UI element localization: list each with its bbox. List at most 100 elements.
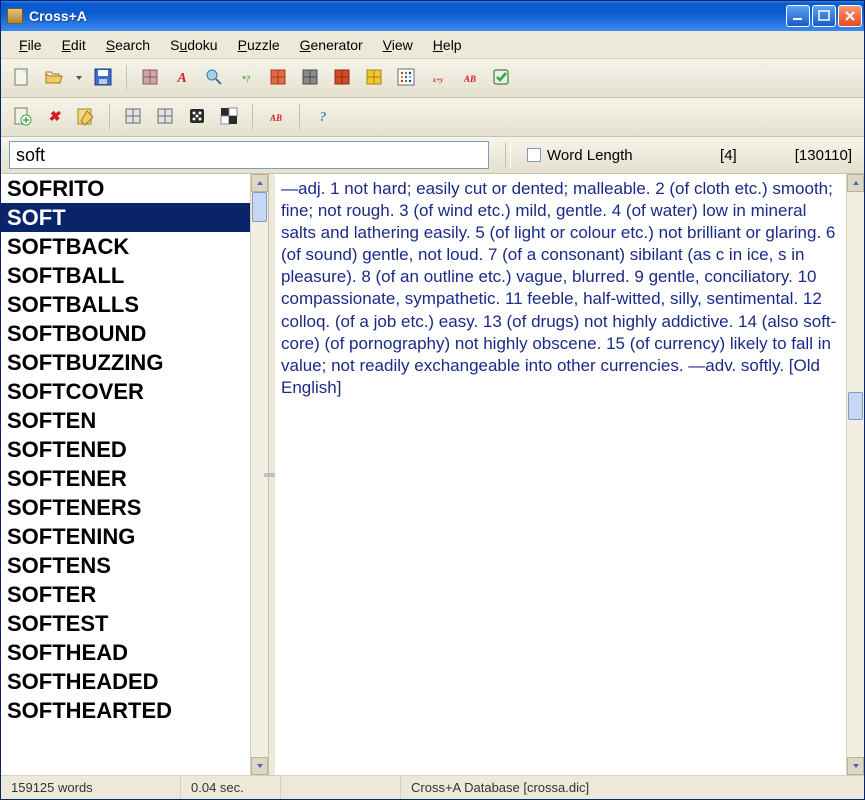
edit-icon	[75, 105, 97, 130]
toolbar-separator	[252, 104, 253, 130]
list-item[interactable]: SOFTCOVER	[1, 377, 250, 406]
new-icon	[11, 66, 33, 91]
maximize-button[interactable]	[812, 5, 836, 27]
chevron-down-icon	[256, 762, 264, 770]
toolbar-separator	[109, 104, 110, 130]
list-item[interactable]: SOFTENERS	[1, 493, 250, 522]
menu-sudoku[interactable]: Sudoku	[160, 35, 228, 55]
menu-edit[interactable]: Edit	[52, 35, 96, 55]
scroll-track[interactable]	[847, 192, 864, 757]
check-button[interactable]	[487, 63, 517, 93]
menubar: FileEditSearchSudokuPuzzleGeneratorViewH…	[1, 31, 864, 59]
menu-search[interactable]: Search	[96, 35, 160, 55]
list-item[interactable]: SOFTHEADED	[1, 667, 250, 696]
edit-button[interactable]	[71, 102, 101, 132]
app-window: Cross+A FileEditSearchSudokuPuzzleGenera…	[0, 0, 865, 800]
status-time: 0.04 sec.	[181, 776, 281, 799]
definition-scrollbar[interactable]	[846, 174, 864, 775]
status-spacer	[281, 776, 401, 799]
mode1-button[interactable]	[118, 102, 148, 132]
svg-text:?: ?	[320, 110, 327, 125]
list-item[interactable]: SOFTENS	[1, 551, 250, 580]
grid-icon	[139, 66, 161, 91]
word-list[interactable]: SOFRITOSOFTSOFTBACKSOFTBALLSOFTBALLSSOFT…	[1, 174, 250, 775]
svg-text:AB: AB	[269, 113, 282, 123]
save-button[interactable]	[88, 63, 118, 93]
chevron-down-icon	[852, 762, 860, 770]
magnifier-icon	[203, 66, 225, 91]
scroll-track[interactable]	[251, 192, 268, 757]
content-area: SOFRITOSOFTSOFTBACKSOFTBALLSOFTBALLSSOFT…	[1, 174, 864, 775]
add-page-button[interactable]	[7, 102, 37, 132]
scroll-down-button[interactable]	[847, 757, 864, 775]
ab-button[interactable]: AB	[455, 63, 485, 93]
list-item[interactable]: SOFRITO	[1, 174, 250, 203]
tree-button[interactable]	[263, 63, 293, 93]
list-item[interactable]: SOFTHEARTED	[1, 696, 250, 725]
list-item[interactable]: SOFTENING	[1, 522, 250, 551]
word-length-toggle[interactable]: Word Length	[527, 147, 633, 164]
xy-button[interactable]: x+y	[423, 63, 453, 93]
list-item[interactable]: SOFTENER	[1, 464, 250, 493]
list-item[interactable]: SOFTHEAD	[1, 638, 250, 667]
menu-view[interactable]: View	[373, 35, 423, 55]
menu-file[interactable]: File	[9, 35, 52, 55]
dice-button[interactable]	[182, 102, 212, 132]
scroll-up-button[interactable]	[251, 174, 268, 192]
scroll-up-button[interactable]	[847, 174, 864, 192]
list-item[interactable]: SOFT	[1, 203, 250, 232]
list-item[interactable]: SOFTEN	[1, 406, 250, 435]
list-item[interactable]: SOFTBACK	[1, 232, 250, 261]
list-item[interactable]: SOFTBOUND	[1, 319, 250, 348]
scroll-down-button[interactable]	[251, 757, 268, 775]
scroll-thumb[interactable]	[252, 192, 267, 222]
levels-button[interactable]	[327, 63, 357, 93]
menu-generator[interactable]: Generator	[290, 35, 373, 55]
list-item[interactable]: SOFTENED	[1, 435, 250, 464]
word-list-scrollbar[interactable]	[250, 174, 268, 775]
delete-icon: ✖	[43, 105, 65, 130]
letter-a-button[interactable]: A	[167, 63, 197, 93]
mode2-icon	[154, 105, 176, 130]
close-button[interactable]	[838, 5, 862, 27]
squares-button[interactable]	[214, 102, 244, 132]
new-button[interactable]	[7, 63, 37, 93]
help-button[interactable]: ?	[308, 102, 338, 132]
menu-help[interactable]: Help	[423, 35, 472, 55]
add-page-icon	[11, 105, 33, 130]
ab2-button[interactable]: AB	[261, 102, 291, 132]
save-icon	[92, 66, 114, 91]
list-item[interactable]: SOFTER	[1, 580, 250, 609]
delete-button[interactable]: ✖	[39, 102, 69, 132]
definition-text: —adj. 1 not hard; easily cut or dented; …	[275, 174, 846, 775]
matrix-button[interactable]	[391, 63, 421, 93]
list-item[interactable]: SOFTEST	[1, 609, 250, 638]
menu-puzzle[interactable]: Puzzle	[228, 35, 290, 55]
list-item[interactable]: SOFTBALLS	[1, 290, 250, 319]
toolbar-separator	[126, 65, 127, 91]
mode1-icon	[122, 105, 144, 130]
mode2-button[interactable]	[150, 102, 180, 132]
open-button[interactable]	[39, 63, 69, 93]
ab2-icon: AB	[265, 105, 287, 130]
grid-button[interactable]	[135, 63, 165, 93]
wildcard-button[interactable]: *?	[231, 63, 261, 93]
checkbox-icon	[527, 148, 541, 162]
scroll-thumb[interactable]	[848, 392, 863, 420]
magnifier-button[interactable]	[199, 63, 229, 93]
minimize-button[interactable]	[786, 5, 810, 27]
chevron-up-icon	[256, 179, 264, 187]
search-input[interactable]	[9, 141, 489, 169]
link-button[interactable]	[359, 63, 389, 93]
dropdown-arrow-button[interactable]	[72, 63, 86, 93]
calculator-button[interactable]	[295, 63, 325, 93]
list-item[interactable]: SOFTBUZZING	[1, 348, 250, 377]
check-icon	[491, 66, 513, 91]
ab-icon: AB	[459, 66, 481, 91]
chevron-up-icon	[852, 179, 860, 187]
squares-icon	[218, 105, 240, 130]
list-item[interactable]: SOFTBALL	[1, 261, 250, 290]
status-database: Cross+A Database [crossa.dic]	[401, 776, 864, 799]
help-icon: ?	[312, 105, 334, 130]
word-length-label: Word Length	[547, 147, 633, 164]
